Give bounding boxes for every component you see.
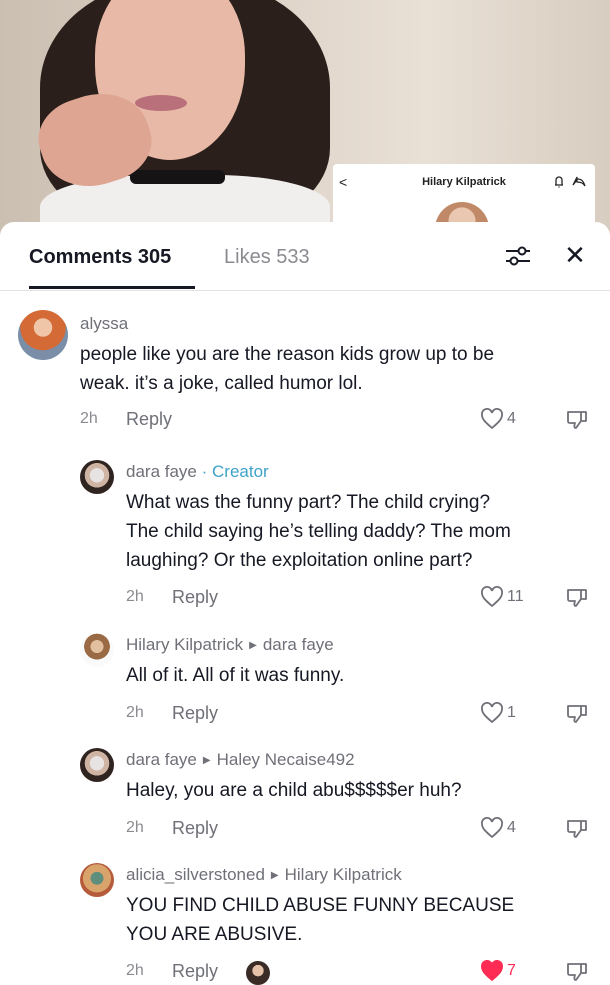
tab-likes[interactable]: Likes 533 <box>224 246 310 269</box>
comment-time: 2h <box>80 410 98 427</box>
comment-time: 2h <box>126 704 144 721</box>
comment-username[interactable]: Hilary Kilpatrick ▶ dara faye <box>126 635 334 655</box>
like-button[interactable]: 4 <box>480 408 516 430</box>
like-button[interactable]: 11 <box>480 586 524 608</box>
dislike-icon[interactable] <box>566 817 588 839</box>
comment-username[interactable]: dara faye · Creator <box>126 462 269 482</box>
comment-time: 2h <box>126 962 144 979</box>
avatar[interactable] <box>80 863 114 897</box>
dislike-icon[interactable] <box>566 586 588 608</box>
like-button[interactable]: 1 <box>480 702 516 724</box>
comment-username[interactable]: alyssa <box>80 314 128 334</box>
like-button[interactable]: 4 <box>480 817 516 839</box>
bell-share-icon <box>551 174 587 191</box>
heart-icon <box>481 408 503 430</box>
close-icon[interactable]: ✕ <box>562 242 588 268</box>
heart-filled-icon <box>481 960 503 982</box>
heart-icon <box>481 702 503 724</box>
like-count: 4 <box>507 410 516 427</box>
tab-comments[interactable]: Comments 305 <box>29 246 171 269</box>
comment-text: YOU FIND CHILD ABUSE FUNNY BECAUSE YOU A… <box>126 895 515 945</box>
heart-icon <box>481 817 503 839</box>
like-button[interactable]: 7 <box>480 960 516 982</box>
dislike-icon[interactable] <box>566 702 588 724</box>
avatar[interactable] <box>80 633 114 667</box>
reply-arrow-icon: ▶ <box>202 755 211 766</box>
like-count: 1 <box>507 704 516 721</box>
avatar[interactable] <box>80 748 114 782</box>
comment-time: 2h <box>126 819 144 836</box>
reply-arrow-icon: ▶ <box>270 870 279 881</box>
comments-sheet: Comments 305 Likes 533 ✕ alyssa people l… <box>0 222 610 985</box>
reply-button[interactable]: Reply <box>172 818 218 839</box>
reply-arrow-icon: ▶ <box>249 640 257 651</box>
comment-username[interactable]: alicia_silverstoned ▶ Hilary Kilpatrick <box>126 865 402 885</box>
comment-text: All of it. All of it was funny. <box>126 665 345 686</box>
video-lips <box>135 95 187 111</box>
like-count: 11 <box>507 588 524 605</box>
reply-button[interactable]: Reply <box>172 961 218 982</box>
like-count: 7 <box>507 962 516 979</box>
tab-bar: Comments 305 Likes 533 ✕ <box>0 222 610 291</box>
video-background: < Hilary Kilpatrick <box>0 0 610 240</box>
comment-text: people like you are the reason kids grow… <box>80 344 495 394</box>
creator-badge: · Creator <box>201 462 269 481</box>
dislike-icon[interactable] <box>566 960 588 982</box>
reply-button[interactable]: Reply <box>172 587 218 608</box>
dislike-icon[interactable] <box>566 408 588 430</box>
tab-active-indicator <box>29 286 195 289</box>
comment-username[interactable]: dara faye ▶ Haley Necaise492 <box>126 750 355 770</box>
avatar[interactable] <box>80 460 114 494</box>
reply-button[interactable]: Reply <box>172 703 218 724</box>
comment-time: 2h <box>126 588 144 605</box>
reply-button[interactable]: Reply <box>126 409 172 430</box>
filter-sliders-icon[interactable] <box>505 244 531 268</box>
video-choker <box>130 170 225 184</box>
heart-icon <box>481 586 503 608</box>
comment-text: What was the funny part? The child cryin… <box>126 492 511 571</box>
avatar[interactable] <box>18 310 68 360</box>
like-count: 4 <box>507 819 516 836</box>
creator-liked-avatar <box>246 961 270 985</box>
comment-text: Haley, you are a child abu$$$$$er huh? <box>126 780 462 801</box>
